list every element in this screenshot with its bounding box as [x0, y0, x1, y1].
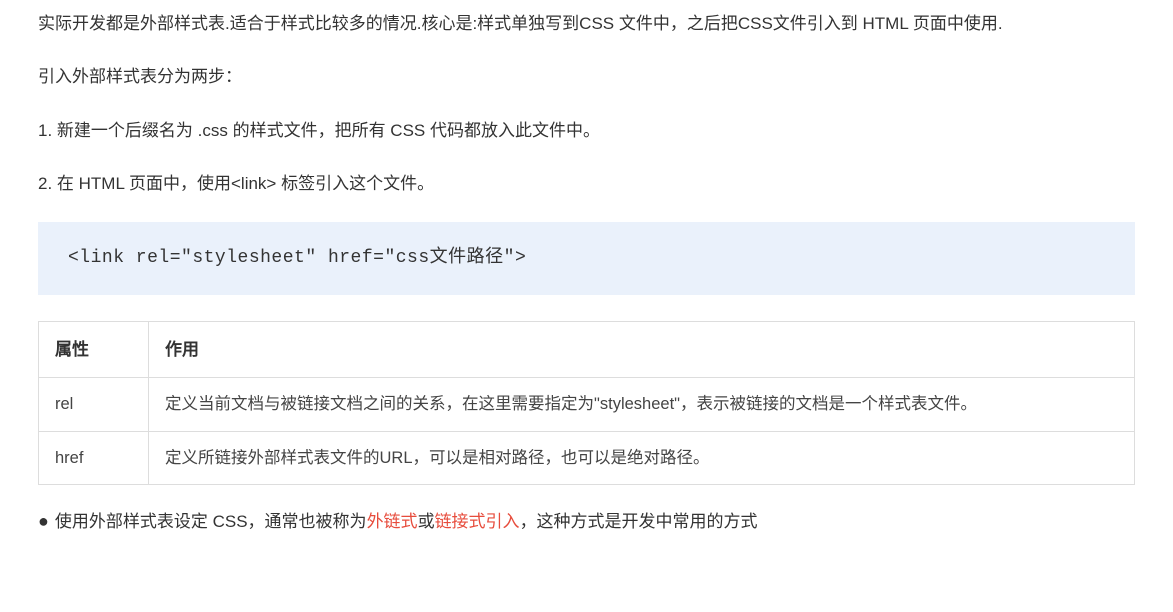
bullet-red-1: 外链式: [367, 512, 418, 531]
bullet-text-part3: ，这种方式是开发中常用的方式: [520, 512, 758, 531]
table-row: rel 定义当前文档与被链接文档之间的关系，在这里需要指定为"styleshee…: [39, 378, 1135, 431]
desc-cell: 定义所链接外部样式表文件的URL，可以是相对路径，也可以是绝对路径。: [149, 431, 1135, 484]
attr-cell: href: [39, 431, 149, 484]
attributes-table: 属性 作用 rel 定义当前文档与被链接文档之间的关系，在这里需要指定为"sty…: [38, 321, 1135, 485]
table-header-row: 属性 作用: [39, 322, 1135, 378]
step-2: 2. 在 HTML 页面中，使用<link> 标签引入这个文件。: [38, 168, 1135, 199]
table-header-attr: 属性: [39, 322, 149, 378]
intro-paragraph: 实际开发都是外部样式表.适合于样式比较多的情况.核心是:样式单独写到CSS 文件…: [38, 8, 1135, 39]
bullet-text-part2: 或: [418, 512, 435, 531]
bullet-red-2: 链接式引入: [435, 512, 520, 531]
bullet-item: ● 使用外部样式表设定 CSS，通常也被称为外链式或链接式引入，这种方式是开发中…: [38, 505, 1135, 538]
bullet-text: 使用外部样式表设定 CSS，通常也被称为外链式或链接式引入，这种方式是开发中常用…: [55, 506, 758, 537]
table-row: href 定义所链接外部样式表文件的URL，可以是相对路径，也可以是绝对路径。: [39, 431, 1135, 484]
attr-cell: rel: [39, 378, 149, 431]
step-1: 1. 新建一个后缀名为 .css 的样式文件，把所有 CSS 代码都放入此文件中…: [38, 115, 1135, 146]
bullet-dot-icon: ●: [38, 505, 49, 538]
bullet-text-part1: 使用外部样式表设定 CSS，通常也被称为: [55, 512, 367, 531]
code-block: <link rel="stylesheet" href="css文件路径">: [38, 222, 1135, 295]
steps-intro: 引入外部样式表分为两步：: [38, 61, 1135, 92]
table-header-desc: 作用: [149, 322, 1135, 378]
desc-cell: 定义当前文档与被链接文档之间的关系，在这里需要指定为"stylesheet"，表…: [149, 378, 1135, 431]
